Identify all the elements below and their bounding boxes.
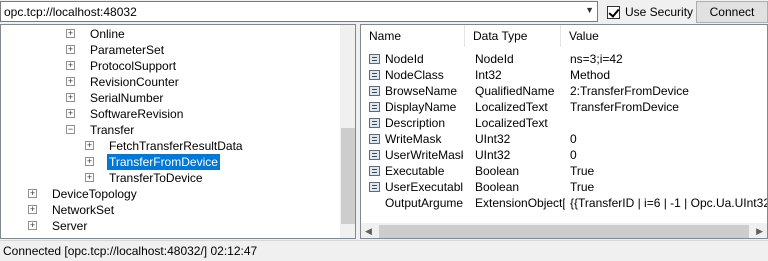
tree-item-label[interactable]: Online bbox=[88, 26, 127, 42]
collapse-icon[interactable]: − bbox=[66, 125, 75, 134]
attribute-name-cell: WriteMask bbox=[385, 132, 442, 146]
attribute-value-cell: {{TransferID | i=6 | -1 | Opc.Ua.UInt32C… bbox=[570, 196, 768, 210]
expand-icon[interactable]: + bbox=[66, 77, 75, 86]
attribute-row[interactable]: NodeClass Int32 Method bbox=[361, 67, 767, 83]
attribute-name-cell: UserExecutable bbox=[385, 180, 463, 194]
tree-item-label[interactable]: DeviceTopology bbox=[50, 186, 139, 202]
attribute-type-cell: Boolean bbox=[475, 180, 520, 194]
attribute-type-cell: ExtensionObject[] bbox=[475, 196, 565, 210]
attribute-name-cell: UserWriteMask bbox=[385, 148, 463, 162]
attribute-type-cell: QualifiedName bbox=[475, 84, 555, 98]
attribute-name-cell: DisplayName bbox=[385, 100, 457, 114]
tree-item-label[interactable]: SoftwareRevision bbox=[88, 106, 185, 122]
grid-scroll-thumb[interactable] bbox=[379, 225, 749, 238]
attribute-row[interactable]: WriteMask UInt32 0 bbox=[361, 131, 767, 147]
attribute-row[interactable]: UserWriteMask UInt32 0 bbox=[361, 147, 767, 163]
tree-vertical-scrollbar[interactable] bbox=[340, 25, 355, 238]
attribute-type-cell: Int32 bbox=[475, 68, 502, 82]
attribute-row[interactable]: OutputArguments ExtensionObject[] {{Transf… bbox=[361, 195, 768, 211]
attribute-type-cell: NodeId bbox=[475, 52, 514, 66]
attribute-type-cell: LocalizedText bbox=[475, 116, 548, 130]
status-bar: Connected [opc.tcp://localhost:48032/] 0… bbox=[0, 240, 768, 261]
expand-icon[interactable]: + bbox=[85, 141, 94, 150]
tree-item-label[interactable]: ProtocolSupport bbox=[88, 58, 178, 74]
attribute-row[interactable]: Executable Boolean True bbox=[361, 163, 767, 179]
expand-icon[interactable]: + bbox=[28, 221, 37, 230]
attribute-name-cell: NodeId bbox=[385, 52, 424, 66]
attribute-type-cell: LocalizedText bbox=[475, 100, 548, 114]
scroll-right-icon[interactable]: ▶ bbox=[756, 226, 763, 237]
attribute-value-cell: True bbox=[570, 180, 595, 194]
tree-item-label[interactable]: FetchTransferResultData bbox=[107, 138, 245, 154]
address-space-tree[interactable]: + Online + ParameterSet + ProtocolSupport + Rev… bbox=[0, 24, 356, 239]
status-text: Connected [opc.tcp://localhost:48032/] 0… bbox=[3, 244, 258, 258]
property-icon bbox=[369, 86, 380, 96]
connect-button[interactable]: Connect bbox=[696, 1, 768, 23]
column-header-value[interactable]: Value bbox=[561, 25, 767, 47]
tree-item-label[interactable]: TransferToDevice bbox=[107, 170, 205, 186]
tree-item-label[interactable]: RevisionCounter bbox=[88, 74, 181, 90]
attribute-type-cell: UInt32 bbox=[475, 132, 511, 146]
attribute-value-cell: 0 bbox=[570, 148, 577, 162]
tree-item-label[interactable]: Server bbox=[50, 218, 89, 234]
property-icon bbox=[369, 70, 380, 80]
attribute-value-cell: TransferFromDevice bbox=[570, 100, 679, 114]
endpoint-url-text[interactable]: opc.tcp://localhost:48032 bbox=[4, 5, 137, 19]
attribute-value-cell: Method bbox=[570, 68, 611, 82]
column-header-data-type[interactable]: Data Type bbox=[465, 25, 561, 47]
property-icon bbox=[369, 102, 380, 112]
expand-icon[interactable]: + bbox=[66, 61, 75, 70]
attribute-value-cell: True bbox=[570, 164, 595, 178]
expand-icon[interactable]: + bbox=[66, 45, 75, 54]
chevron-down-icon[interactable]: ▼ bbox=[585, 5, 594, 15]
attribute-row[interactable]: BrowseName QualifiedName 2:TransferFromDev… bbox=[361, 83, 767, 99]
use-security-toggle[interactable]: Use Security bbox=[607, 3, 693, 21]
tree-item-label[interactable]: TransferFromDevice bbox=[107, 154, 220, 170]
attribute-row[interactable]: DisplayName LocalizedText TransferFromDevi… bbox=[361, 99, 767, 115]
property-icon bbox=[369, 166, 380, 176]
attribute-row[interactable]: NodeId NodeId ns=3;i=42 bbox=[361, 51, 767, 67]
expand-icon[interactable]: + bbox=[28, 205, 37, 214]
tree-item-label[interactable]: Transfer bbox=[88, 122, 136, 138]
expand-icon[interactable]: + bbox=[28, 189, 37, 198]
attribute-value-cell: 0 bbox=[570, 132, 577, 146]
property-icon bbox=[369, 150, 380, 160]
column-header-name[interactable]: Name bbox=[361, 25, 465, 47]
property-icon bbox=[369, 54, 380, 64]
attribute-row[interactable]: UserExecutable Boolean True bbox=[361, 179, 767, 195]
attribute-name-cell: NodeClass bbox=[385, 68, 444, 82]
attribute-row[interactable]: Description LocalizedText bbox=[361, 115, 767, 131]
attribute-name-cell: BrowseName bbox=[385, 84, 458, 98]
expand-icon[interactable]: + bbox=[66, 109, 75, 118]
expand-icon[interactable]: + bbox=[85, 173, 94, 182]
property-icon bbox=[369, 134, 380, 144]
toolbar: opc.tcp://localhost:48032 ▼ Use Security… bbox=[0, 0, 768, 24]
tree-scroll-thumb[interactable] bbox=[341, 128, 355, 224]
tree-item-label[interactable]: NetworkSet bbox=[50, 202, 116, 218]
attribute-name-cell: Executable bbox=[385, 164, 445, 178]
attribute-value-cell: ns=3;i=42 bbox=[570, 52, 623, 66]
tree-item-label[interactable]: ParameterSet bbox=[88, 42, 166, 58]
use-security-checkbox[interactable] bbox=[607, 5, 620, 19]
expand-icon[interactable]: + bbox=[85, 157, 94, 166]
property-icon bbox=[369, 182, 380, 192]
expand-icon[interactable]: + bbox=[66, 29, 75, 38]
attribute-name-cell: Description bbox=[385, 116, 446, 130]
endpoint-url-combobox[interactable]: opc.tcp://localhost:48032 ▼ bbox=[0, 1, 598, 22]
attribute-type-cell: UInt32 bbox=[475, 148, 511, 162]
scroll-left-icon[interactable]: ◀ bbox=[365, 226, 372, 237]
attributes-grid: Name Data Type Value NodeId NodeId ns=3;i=… bbox=[360, 24, 768, 239]
attribute-type-cell: Boolean bbox=[475, 164, 520, 178]
attribute-value-cell: 2:TransferFromDevice bbox=[570, 84, 689, 98]
tree-item-label[interactable]: SerialNumber bbox=[88, 90, 165, 106]
attribute-name-cell: OutputArguments bbox=[385, 196, 463, 210]
property-icon bbox=[369, 118, 380, 128]
expand-icon[interactable]: + bbox=[66, 93, 75, 102]
use-security-label[interactable]: Use Security bbox=[625, 5, 693, 19]
grid-horizontal-scrollbar[interactable]: ◀ ▶ bbox=[361, 223, 767, 238]
